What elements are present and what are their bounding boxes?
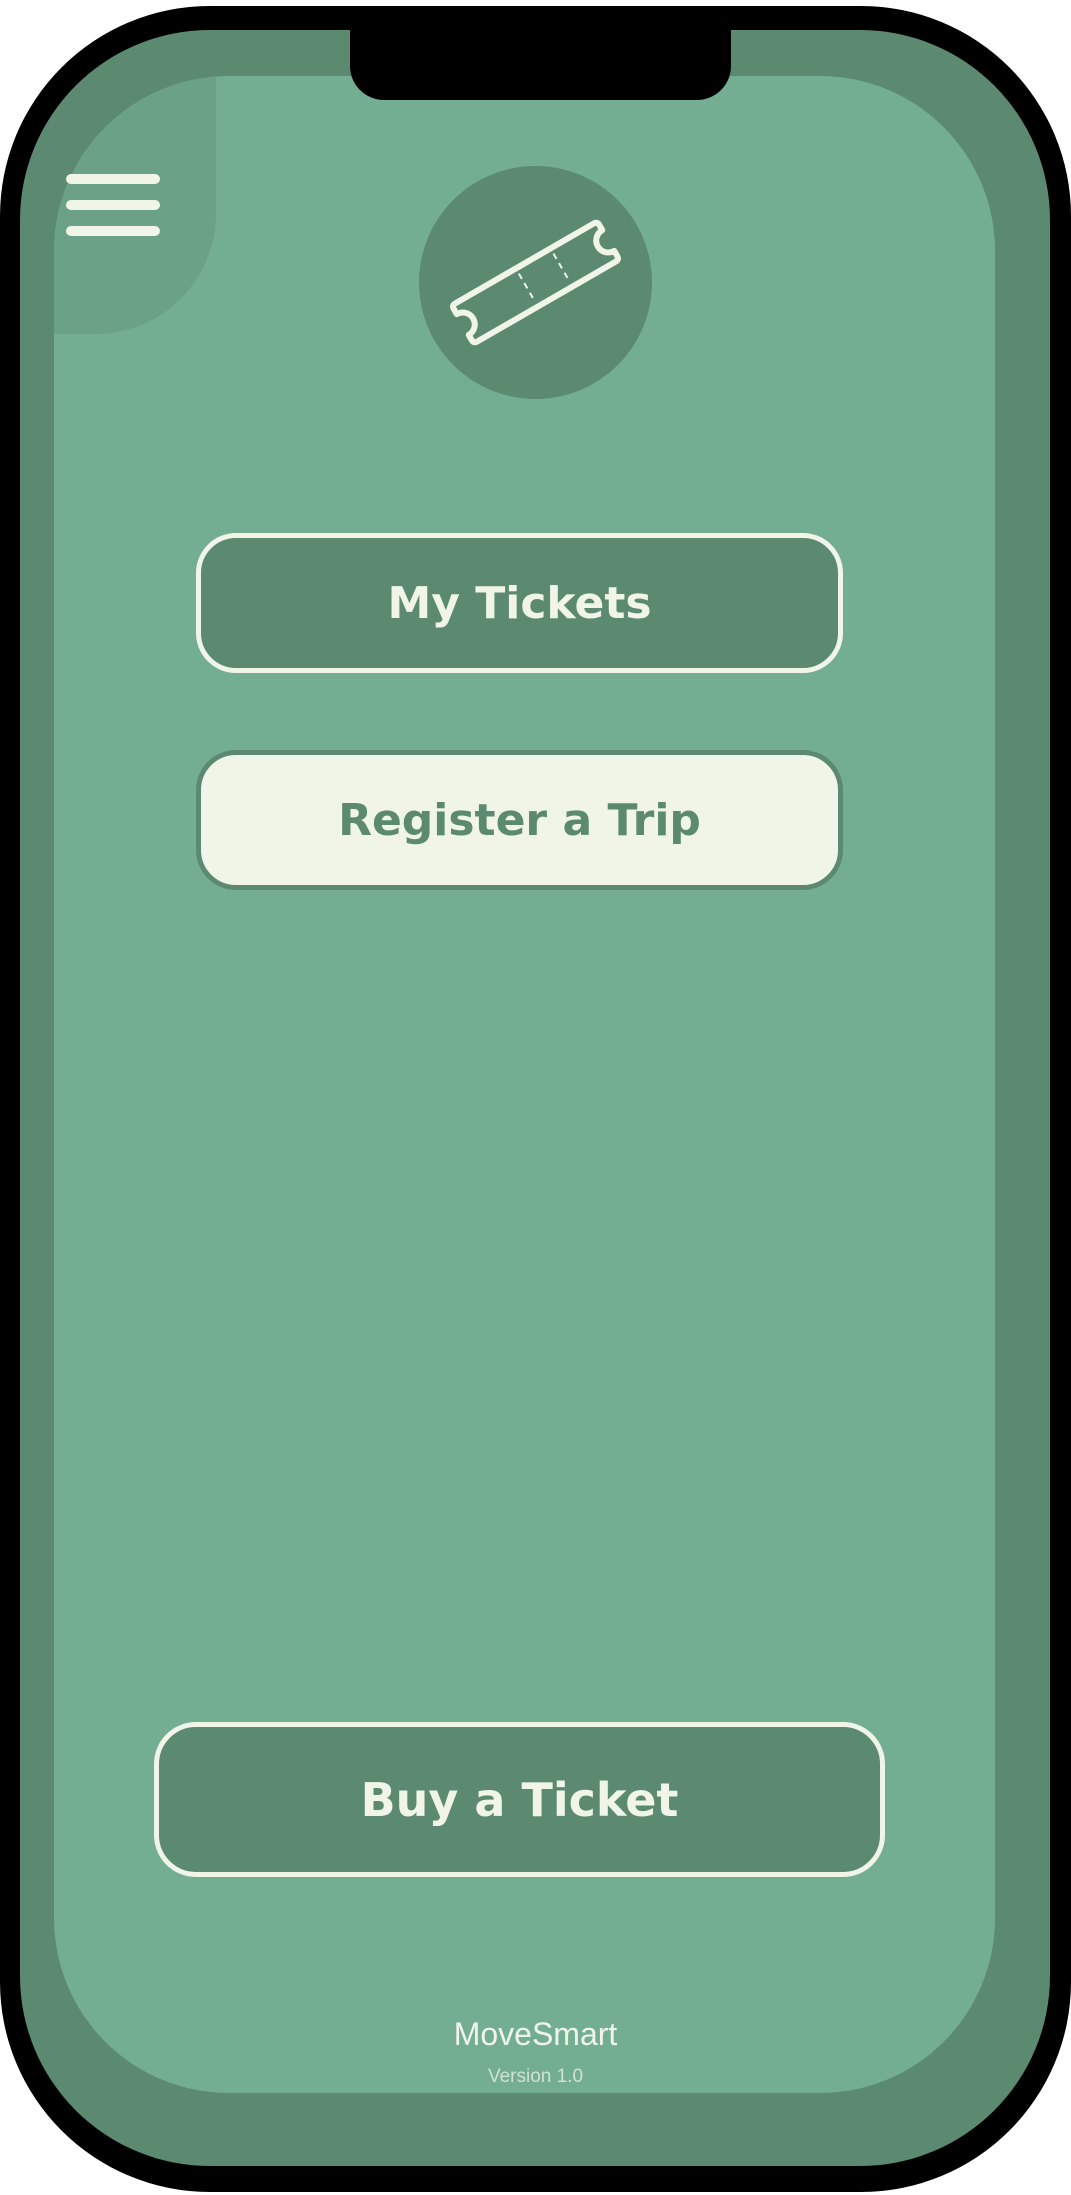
app-version: Version 1.0 (487, 2066, 584, 2087)
camera-notch (350, 30, 731, 100)
ticket-badge (419, 166, 652, 399)
ticket-icon (450, 219, 621, 346)
register-trip-button[interactable]: Register a Trip (196, 750, 843, 890)
menu-line (66, 174, 160, 184)
menu-line (66, 200, 160, 210)
menu-line (66, 226, 160, 236)
app-name: MoveSmart (453, 2016, 618, 2052)
buy-ticket-button[interactable]: Buy a Ticket (154, 1722, 885, 1877)
my-tickets-button[interactable]: My Tickets (196, 533, 843, 673)
hamburger-menu-icon[interactable] (66, 168, 162, 242)
